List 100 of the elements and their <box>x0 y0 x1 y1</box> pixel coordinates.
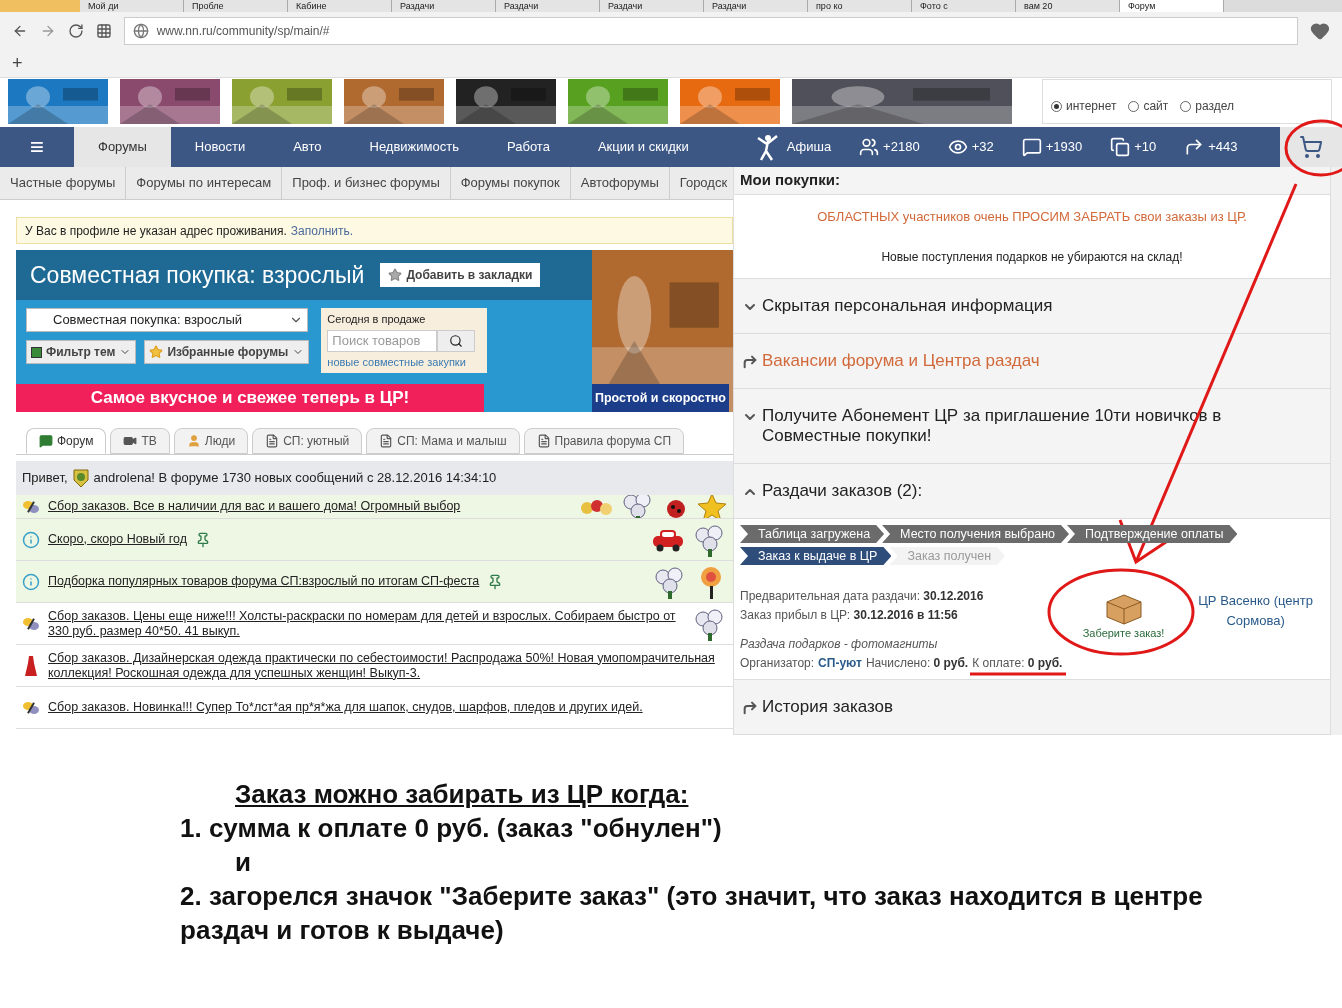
dress-icon <box>22 654 40 677</box>
eye-icon <box>947 137 968 157</box>
browser-tab[interactable]: вам 20 <box>1016 0 1120 12</box>
browser-tab[interactable]: Мой ди <box>80 0 184 12</box>
browser-tab[interactable]: Раздачи <box>600 0 704 12</box>
thread-row[interactable]: Подборка популярных товаров форума СП:взрослый по итогам СП-феста <box>16 561 733 603</box>
organizer-link[interactable]: СП-уют <box>818 654 862 673</box>
browser-tab[interactable]: Раздачи <box>704 0 808 12</box>
forum-select[interactable]: Совместная покупка: взрослый <box>26 308 308 332</box>
forum-tab[interactable]: Люди <box>173 428 249 454</box>
nav-tab[interactable]: Форумы <box>74 127 171 167</box>
forum-title: Совместная покупка: взрослый <box>30 260 365 290</box>
globe-icon <box>132 23 149 39</box>
info-icon <box>22 572 40 591</box>
forum-tab[interactable]: Правила форума СП <box>523 428 685 454</box>
browser-tab[interactable]: Фото с <box>912 0 1016 12</box>
menu-button[interactable]: ≡ <box>0 127 74 167</box>
purchase-name: Раздача подарков - фотомагниты <box>740 636 939 653</box>
instruction-line: и <box>234 846 252 879</box>
nav-tab[interactable]: Работа <box>482 127 574 167</box>
forum-tab[interactable]: СП: Мама и малыш <box>366 428 520 454</box>
star-icon <box>697 495 727 518</box>
document-icon <box>379 434 394 448</box>
browser-tab[interactable]: Кабине <box>288 0 392 12</box>
new-tab-button[interactable]: + <box>12 50 23 77</box>
bookmark-button[interactable]: Добавить в закладки <box>380 263 541 287</box>
subnav-tab[interactable]: Форумы по интересам <box>126 167 283 199</box>
people-icon <box>859 137 880 157</box>
section-heading[interactable]: Раздачи заказов (2): <box>762 481 923 501</box>
arrival-line: Заказ прибыл в ЦР: 30.12.2016 в 11:56 <box>740 607 959 624</box>
forum-tab[interactable]: СП: уютный <box>252 428 363 454</box>
instruction-line: 2. загорелся значок "Заберите заказ" (это значит, что заказ находится в центре раздач и готов к выдаче) <box>180 880 1204 947</box>
product-search-field[interactable]: Поиск товаров <box>327 329 438 352</box>
section-heading[interactable]: Скрытая персональная информация <box>762 296 1053 316</box>
star-icon <box>388 268 403 282</box>
star-icon <box>149 345 164 359</box>
address-field[interactable]: www.nn.ru/community/sp/main/# <box>123 17 1299 45</box>
thread-link[interactable]: Сбор заказов. Цены еще ниже!!! Холсты-раскраски по номерам для детей и взрослых. Собираем быстро от 330 руб. размер 40*50. 41 выкуп. <box>48 608 685 639</box>
filter-button[interactable]: Фильтр тем <box>26 340 137 364</box>
new-purchases-link[interactable]: новые совместные закупки <box>327 353 482 370</box>
nav-tab[interactable]: Недвижимость <box>345 127 483 167</box>
instruction-line: 1. сумма к оплате 0 руб. (заказ "обнулен") <box>180 812 723 845</box>
notice-text: У Вас в профиле не указан адрес проживания. <box>25 222 287 240</box>
scrollbar[interactable] <box>1330 167 1342 735</box>
panel-title: Мои покупки: <box>740 170 840 190</box>
nav-tab[interactable]: Акции и скидки <box>573 127 713 167</box>
forum-tab[interactable]: ТВ <box>110 428 170 454</box>
progress-step: Заказ к выдаче в ЦР <box>740 547 892 565</box>
favorite-icon[interactable] <box>1310 21 1330 41</box>
forum-tab[interactable]: Форум <box>26 428 107 454</box>
person-icon <box>186 434 201 448</box>
back-icon[interactable] <box>12 23 28 39</box>
search-icon <box>449 333 464 348</box>
section-heading[interactable]: История заказов <box>762 697 894 717</box>
subnav-tab[interactable]: Форумы покупок <box>450 167 571 199</box>
browser-tab[interactable]: Раздачи <box>392 0 496 12</box>
radio-label: интернет <box>1066 98 1117 115</box>
arrow-icon <box>742 354 758 370</box>
charged-line: Начислено: 0 руб. <box>865 655 969 672</box>
subnav-tab[interactable]: Частные форумы <box>0 167 127 199</box>
stat-counter[interactable]: +443 <box>1208 137 1238 157</box>
browser-tab[interactable]: Пробле <box>184 0 288 12</box>
browser-tab[interactable]: Раздачи <box>496 0 600 12</box>
video-icon <box>123 434 138 448</box>
subnav-tab[interactable]: Проф. и бизнес форумы <box>282 167 451 199</box>
pickup-point-link[interactable]: ЦР Васенко (центр Сормова) <box>1187 587 1324 673</box>
favorites-button[interactable]: Избранные форумы <box>144 340 310 364</box>
subnav-tab[interactable]: Автофорумы <box>570 167 670 199</box>
squares-icon <box>1110 137 1131 157</box>
nav-tab[interactable]: Авто <box>269 127 346 167</box>
thread-link[interactable]: Сбор заказов. Все в наличии для вас и вашего дома! Огромный выбор <box>48 499 571 514</box>
date-line: Предварительная дата раздачи: 30.12.2016 <box>740 588 985 605</box>
stat-counter[interactable]: +32 <box>971 137 994 157</box>
nav-tab[interactable]: Новости <box>170 127 270 167</box>
thread-row[interactable]: Сбор заказов. Все в наличии для вас и вашего дома! Огромный выбор <box>16 495 733 519</box>
radio-label: сайт <box>1143 98 1169 115</box>
thread-link[interactable]: Скоро, скоро Новый год <box>48 531 643 548</box>
stat-counter[interactable]: +2180 <box>883 137 920 157</box>
thread-row[interactable]: Скоро, скоро Новый год <box>16 519 733 561</box>
search-button[interactable] <box>437 329 476 352</box>
stat-counter[interactable]: +1930 <box>1045 137 1083 157</box>
due-line: К оплате: 0 руб. <box>972 655 1063 672</box>
afisha-link[interactable]: Афиша <box>786 137 832 157</box>
announcement-text: ОБЛАСТНЫХ участников очень ПРОСИМ ЗАБРАТЬ свои заказы из ЦР. <box>817 207 1247 226</box>
reload-icon[interactable] <box>67 23 84 39</box>
thread-link[interactable]: Сбор заказов. Дизайнерская одежда практически по себестоимости! Распродажа 50%! Новая умопомрачительная коллекция! Роскошная одежда для успешных женщин! Выкуп-3. <box>48 650 719 681</box>
arrow-icon <box>1184 137 1205 157</box>
stat-counter[interactable]: +10 <box>1134 137 1157 157</box>
fill-in-link[interactable]: Заполнить. <box>290 221 354 240</box>
car-icon <box>651 527 685 552</box>
cart-button[interactable] <box>1280 127 1342 167</box>
today-label: Сегодня в продаже <box>327 312 427 327</box>
thread-link[interactable]: Сбор заказов. Новинка!!! Супер То*лст*ая пр*я*жа для шапок, снудов, шарфов, пледов и других идей. <box>48 700 719 715</box>
document-icon <box>265 434 280 448</box>
browser-tab[interactable]: про ко <box>808 0 912 12</box>
browser-tab[interactable]: Форум <box>1120 0 1224 12</box>
ad-caption[interactable]: Простой и скоростно <box>592 384 729 412</box>
instruction-title: Заказ можно забирать из ЦР когда: <box>234 778 690 811</box>
thread-link[interactable]: Подборка популярных товаров форума СП:взрослый по итогам СП-феста <box>48 573 645 590</box>
apps-icon[interactable] <box>95 23 112 39</box>
